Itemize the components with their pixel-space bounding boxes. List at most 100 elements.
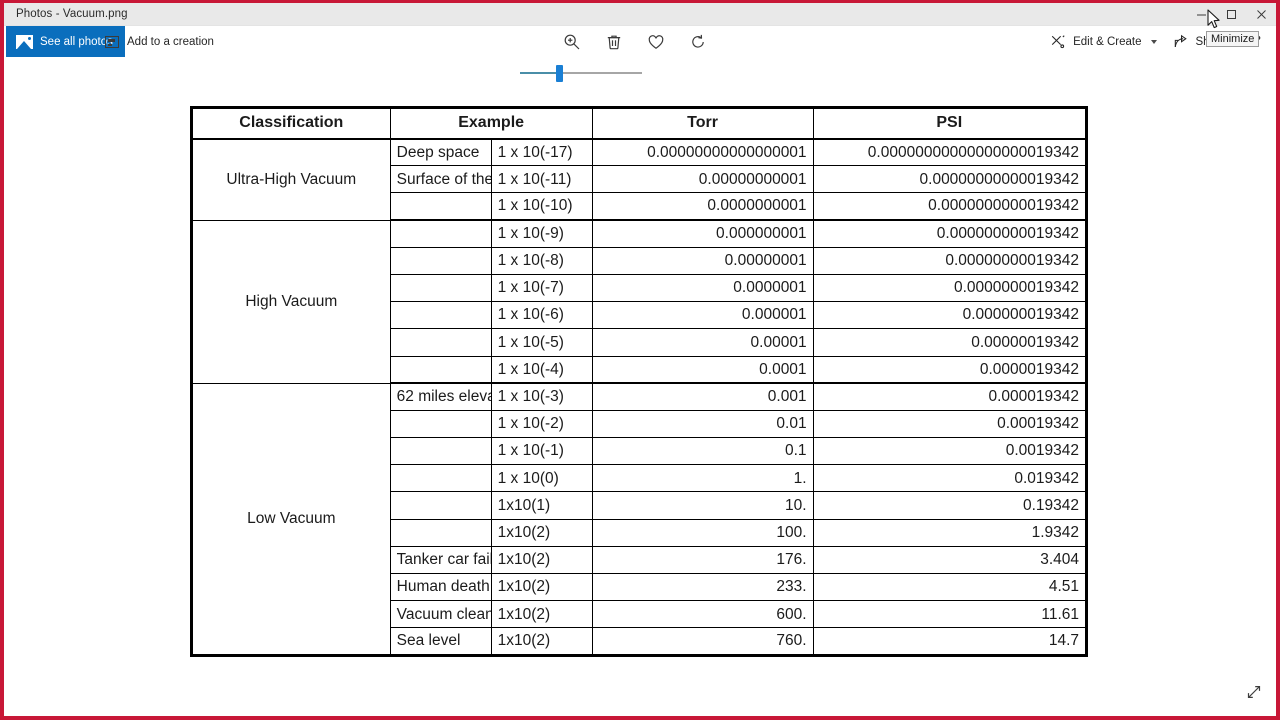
zoom-icon[interactable]: [562, 32, 582, 52]
psi-cell: 0.00019342: [812, 409, 1088, 439]
window-title-bar: Photos - Vacuum.png: [4, 3, 1276, 26]
torr-cell: 176.: [591, 545, 814, 575]
vacuum-table-image: Classification Example Torr PSI Ultra-Hi…: [190, 106, 1090, 657]
example-cell: Deep space: [389, 137, 492, 167]
exponent-cell: 1x10(2): [490, 545, 593, 575]
recording-border: Photos - Vacuum.png See all photos Add t…: [0, 0, 1280, 720]
torr-cell: 1.: [591, 464, 814, 493]
delete-icon[interactable]: [604, 32, 624, 52]
psi-cell: 0.000000000019342: [812, 219, 1088, 248]
example-cell: Sea level: [389, 627, 492, 656]
example-cell: [389, 464, 492, 493]
exponent-cell: 1 x 10(-17): [490, 137, 593, 167]
example-cell: [389, 409, 492, 439]
exponent-cell: 1x10(2): [490, 600, 593, 629]
example-cell: [389, 246, 492, 275]
window-caption-buttons: [1186, 3, 1276, 26]
example-cell: Human death: [389, 572, 492, 602]
psi-cell: 0.0000000019342: [812, 273, 1088, 303]
exponent-cell: 1 x 10(-8): [490, 246, 593, 275]
example-cell: [389, 301, 492, 330]
psi-cell: 0.000019342: [812, 382, 1088, 411]
torr-cell: 0.1: [591, 437, 814, 466]
psi-cell: 14.7: [812, 627, 1088, 656]
psi-cell: 0.00000000019342: [812, 246, 1088, 275]
classification-cell: High Vacuum: [191, 219, 391, 384]
exponent-cell: 1 x 10(-11): [490, 165, 593, 194]
torr-cell: 0.00000001: [591, 246, 814, 275]
torr-cell: 0.001: [591, 382, 814, 411]
example-cell: Tanker car failed: [389, 545, 492, 575]
psi-cell: 0.0000000000019342: [812, 192, 1088, 222]
example-cell: 62 miles elevation: [389, 382, 492, 411]
add-to-creation-button[interactable]: Add to a creation: [96, 26, 223, 57]
window-title: Photos - Vacuum.png: [16, 8, 128, 20]
example-cell: [389, 192, 492, 222]
psi-cell: 0.0019342: [812, 437, 1088, 466]
example-cell: [389, 328, 492, 357]
psi-cell: 0.00000000000019342: [812, 165, 1088, 194]
psi-cell: 0.00000000000000000019342: [812, 137, 1088, 167]
example-cell: Vacuum cleaner: [389, 600, 492, 629]
exponent-cell: 1 x 10(-2): [490, 409, 593, 439]
torr-cell: 0.01: [591, 409, 814, 439]
psi-cell: 4.51: [812, 572, 1088, 602]
psi-cell: 0.019342: [812, 464, 1088, 493]
share-icon: [1174, 34, 1187, 47]
chevron-down-icon: [1150, 39, 1157, 44]
exponent-cell: 1 x 10(-5): [490, 328, 593, 357]
add-to-creation-label: Add to a creation: [127, 35, 214, 48]
example-cell: Surface of the moon: [389, 165, 492, 194]
torr-cell: 10.: [591, 491, 814, 520]
favorite-icon[interactable]: [646, 32, 666, 52]
torr-cell: 0.000000001: [591, 219, 814, 248]
photos-app-window: Photos - Vacuum.png See all photos Add t…: [4, 3, 1276, 716]
table-body: Ultra-High Vacuum Deep space 1 x 10(-17) 0.…: [191, 137, 1088, 656]
creation-icon: [105, 35, 119, 48]
column-header-classification: Classification: [191, 107, 391, 140]
torr-cell: 0.0001: [591, 355, 814, 385]
torr-cell: 0.00000000000000001: [591, 137, 814, 167]
torr-cell: 0.00000000001: [591, 165, 814, 194]
torr-cell: 0.00001: [591, 328, 814, 357]
exponent-cell: 1 x 10(-1): [490, 437, 593, 466]
psi-cell: 11.61: [812, 600, 1088, 629]
vacuum-classification-table: Classification Example Torr PSI Ultra-Hi…: [190, 106, 1088, 657]
column-header-torr: Torr: [591, 107, 814, 140]
table-row: Low Vacuum62 miles elevation1 x 10(-3)0.…: [191, 382, 1088, 656]
exponent-cell: 1 x 10(-9): [490, 219, 593, 248]
psi-cell: 1.9342: [812, 518, 1088, 547]
edit-and-create-label: Edit & Create: [1073, 35, 1142, 48]
torr-cell: 100.: [591, 518, 814, 547]
zoom-slider-thumb[interactable]: [556, 65, 563, 82]
rotate-icon[interactable]: [688, 32, 708, 52]
table-row: Ultra-High Vacuum Deep space 1 x 10(-17) 0.…: [191, 137, 1088, 221]
maximize-button[interactable]: [1216, 3, 1246, 26]
psi-cell: 0.0000019342: [812, 355, 1088, 385]
zoom-slider[interactable]: [520, 65, 642, 82]
example-cell: [389, 491, 492, 520]
torr-cell: 233.: [591, 572, 814, 602]
minimize-tooltip: Minimize: [1206, 31, 1260, 47]
psi-cell: 0.19342: [812, 491, 1088, 520]
example-cell: [389, 355, 492, 385]
example-cell: [389, 273, 492, 303]
column-header-psi: PSI: [812, 107, 1088, 140]
zoom-slider-fill: [520, 72, 560, 74]
expand-icon[interactable]: [1246, 684, 1262, 700]
torr-cell: 0.0000000001: [591, 192, 814, 222]
image-tools-group: [562, 26, 708, 57]
classification-cell: Ultra-High Vacuum: [191, 138, 391, 221]
psi-cell: 0.000000019342: [812, 301, 1088, 330]
table-header-row: Classification Example Torr PSI: [191, 107, 1088, 140]
torr-cell: 0.000001: [591, 301, 814, 330]
edit-and-create-button[interactable]: Edit & Create: [1042, 26, 1164, 57]
minimize-button[interactable]: [1186, 3, 1216, 26]
exponent-cell: 1 x 10(-4): [490, 355, 593, 385]
column-header-example: Example: [389, 107, 593, 140]
photo-collection-icon: [16, 34, 33, 49]
classification-cell: Low Vacuum: [191, 382, 391, 656]
table-row: High Vacuum 1 x 10(-9) 0.000000001 0.000000…: [191, 219, 1088, 384]
edit-create-icon: [1051, 34, 1065, 48]
close-button[interactable]: [1246, 3, 1276, 26]
